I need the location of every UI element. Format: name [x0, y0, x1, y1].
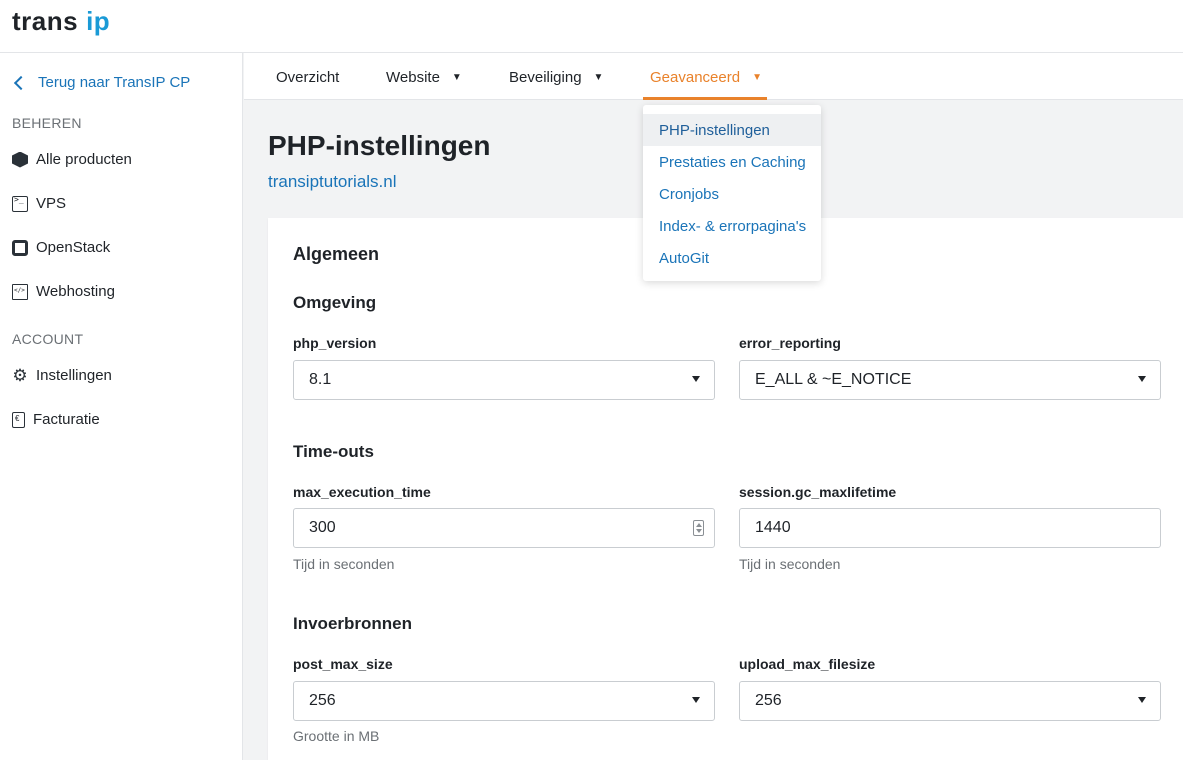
sidebar-item-label: OpenStack [36, 239, 111, 256]
dropdown-arrow-icon [1138, 697, 1146, 703]
session-gc-input[interactable]: 1440 [739, 508, 1161, 548]
dropdown-arrow-icon [692, 697, 700, 703]
php-version-value: 8.1 [309, 371, 332, 388]
top-header: trans ip [0, 0, 1183, 53]
domain-link[interactable]: transiptutorials.nl [268, 172, 397, 192]
tab-geavanceerd[interactable]: Geavanceerd ▼ [650, 69, 762, 86]
sidebar: Terug naar TransIP CP BEHEREN Alle produ… [0, 53, 243, 760]
number-spinner-icon[interactable] [693, 520, 704, 536]
tab-label: Beveiliging [509, 69, 582, 86]
php-version-select[interactable]: 8.1 [293, 360, 715, 400]
sidebar-item-label: Alle producten [36, 151, 132, 168]
back-link-label: Terug naar TransIP CP [38, 74, 191, 91]
settings-card: Algemeen Omgeving php_version error_repo… [268, 218, 1183, 760]
session-gc-label: session.gc_maxlifetime [739, 484, 897, 500]
section-title-time-outs: Time-outs [293, 442, 374, 461]
post-max-size-label: post_max_size [293, 656, 393, 672]
card-heading: Algemeen [293, 244, 380, 264]
post-max-size-hint: Grootte in MB [293, 728, 380, 744]
caret-down-icon: ▼ [752, 72, 762, 83]
max-execution-time-input[interactable]: 300 [293, 508, 715, 548]
section-title-omgeving: Omgeving [293, 293, 377, 312]
invoice-icon [12, 411, 25, 428]
session-gc-value: 1440 [755, 519, 791, 536]
tab-label: Overzicht [276, 69, 340, 86]
section-heading-beheren: BEHEREN [12, 115, 82, 131]
sidebar-item-vps[interactable]: VPS [12, 195, 66, 212]
error-reporting-label: error_reporting [739, 335, 841, 351]
menu-item-php-instellingen[interactable]: PHP-instellingen [643, 114, 821, 146]
tab-bar: Overzicht Website ▼ Beveiliging ▼ Geavan… [244, 53, 1183, 100]
back-to-cp-link[interactable]: Terug naar TransIP CP [12, 74, 190, 91]
sidebar-item-label: VPS [36, 195, 67, 212]
upload-max-filesize-label: upload_max_filesize [739, 656, 876, 672]
tab-beveiliging[interactable]: Beveiliging ▼ [509, 69, 603, 86]
sidebar-item-instellingen[interactable]: ⚙ Instellingen [12, 365, 112, 385]
error-reporting-select[interactable]: E_ALL & ~E_NOTICE [739, 360, 1161, 400]
sidebar-item-openstack[interactable]: OpenStack [12, 239, 110, 256]
terminal-icon [12, 195, 28, 212]
sidebar-item-label: Facturatie [33, 411, 100, 428]
transip-logo[interactable]: trans ip [12, 6, 110, 37]
tab-overzicht[interactable]: Overzicht [276, 69, 339, 86]
php-version-label: php_version [293, 335, 377, 351]
dropdown-arrow-icon [1138, 376, 1146, 382]
caret-down-icon: ▼ [593, 72, 604, 83]
caret-down-icon: ▼ [451, 72, 462, 83]
post-max-size-select[interactable]: 256 [293, 681, 715, 721]
sidebar-item-alle-producten[interactable]: Alle producten [12, 151, 132, 168]
post-max-size-value: 256 [309, 692, 336, 709]
dropdown-arrow-icon [692, 376, 700, 382]
sidebar-item-webhosting[interactable]: Webhosting [12, 283, 115, 300]
error-reporting-value: E_ALL & ~E_NOTICE [755, 371, 912, 388]
menu-item-cronjobs[interactable]: Cronjobs [643, 178, 821, 210]
session-gc-hint: Tijd in seconden [739, 556, 841, 572]
max-execution-time-hint: Tijd in seconden [293, 556, 395, 572]
gear-icon: ⚙ [12, 365, 28, 385]
menu-item-autogit[interactable]: AutoGit [643, 242, 821, 274]
menu-item-index-errorpaginas[interactable]: Index- & errorpagina's [643, 210, 821, 242]
tab-website[interactable]: Website ▼ [386, 69, 462, 86]
chevron-left-icon [13, 75, 29, 90]
webhosting-icon [12, 283, 28, 300]
upload-max-filesize-select[interactable]: 256 [739, 681, 1161, 721]
tab-label: Website [386, 69, 440, 86]
active-tab-indicator [643, 97, 767, 100]
sidebar-item-facturatie[interactable]: Facturatie [12, 411, 100, 428]
upload-max-filesize-value: 256 [755, 692, 782, 709]
section-heading-account: ACCOUNT [12, 331, 84, 347]
geavanceerd-dropdown-menu: PHP-instellingen Prestaties en Caching C… [643, 105, 821, 281]
sidebar-item-label: Instellingen [36, 367, 112, 384]
openstack-icon [12, 239, 28, 256]
max-execution-time-label: max_execution_time [293, 484, 431, 500]
max-execution-time-value: 300 [309, 519, 336, 536]
logo-text-ip: ip [86, 6, 111, 36]
sidebar-item-label: Webhosting [36, 283, 115, 300]
menu-item-prestaties-caching[interactable]: Prestaties en Caching [643, 146, 821, 178]
cube-icon [12, 151, 28, 168]
logo-text-trans: trans [12, 6, 79, 36]
section-title-invoerbronnen: Invoerbronnen [293, 614, 413, 633]
page-title: PHP-instellingen [268, 130, 491, 161]
tab-label: Geavanceerd [650, 69, 741, 86]
